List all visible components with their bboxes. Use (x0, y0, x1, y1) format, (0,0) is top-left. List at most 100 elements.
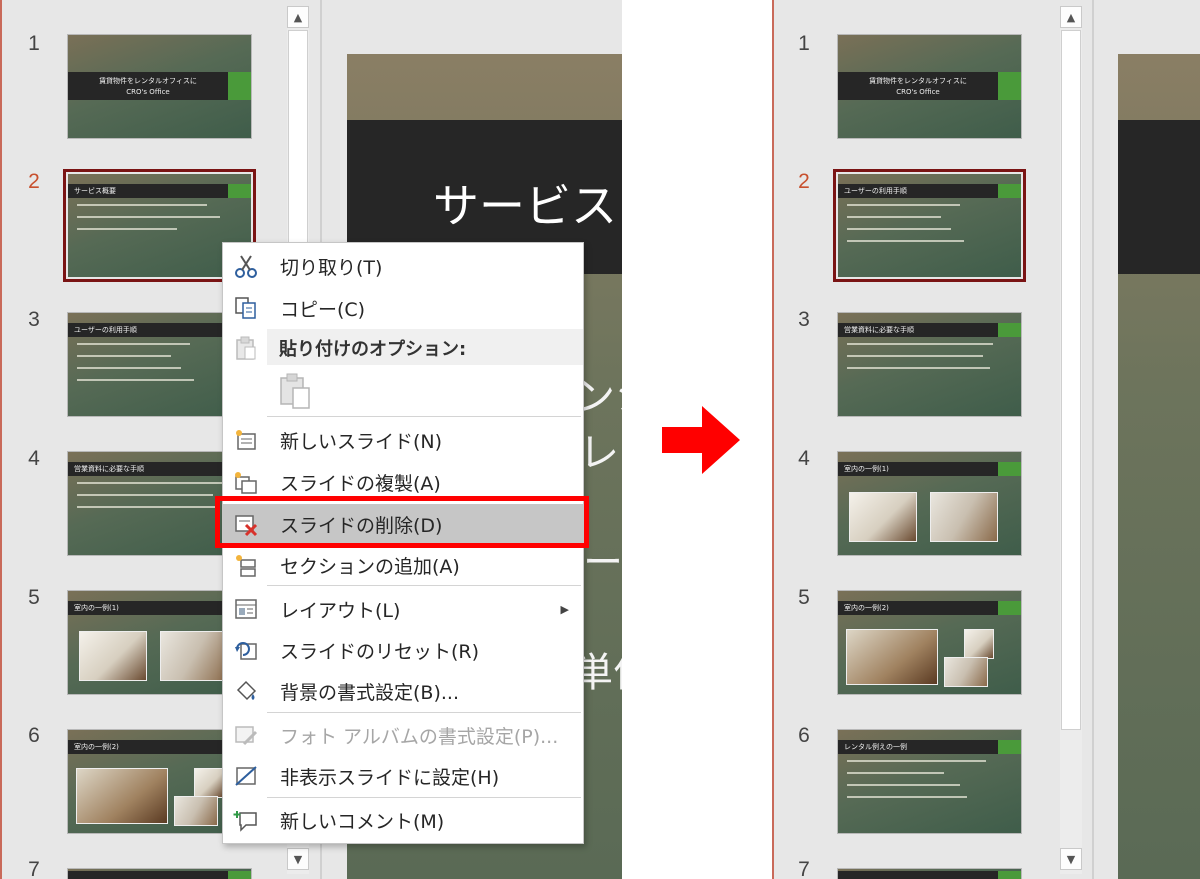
menu-item-layout[interactable]: レイアウト(L) ▶ (223, 589, 583, 629)
scroll-thumb[interactable] (288, 30, 308, 260)
slide-thumbnail-1[interactable]: 賃貸物件をレンタルオフィスに CRO's Office (68, 35, 251, 138)
room-photo (194, 768, 224, 798)
menu-item-photo-album[interactable]: フォト アルバムの書式設定(P)... (223, 715, 583, 755)
slide-number: 7 (798, 858, 810, 879)
scroll-thumb[interactable] (1061, 30, 1081, 730)
screenshot-root: 1 2 3 4 5 6 7 賃貸物件をレンタルオフィスに CRO's Offic… (0, 0, 1200, 879)
thumbnail-scrollbar[interactable]: ▲ ▼ (1060, 6, 1082, 874)
thumbnail-title-band: ユーザーの利用手順 (838, 184, 998, 198)
arrow-right-icon (662, 406, 742, 478)
slide-thumbnail-7[interactable] (838, 869, 1021, 879)
menu-item-cut[interactable]: 切り取り(T) (223, 246, 583, 286)
slide-number: 1 (798, 32, 810, 55)
slide-thumbnail-7[interactable] (68, 869, 251, 879)
slide-number: 3 (798, 308, 810, 331)
paste-icon (280, 373, 310, 409)
room-photo (76, 768, 168, 824)
slide-thumbnail-6[interactable]: レンタル例えの一例 (838, 730, 1021, 833)
menu-item-label: 非表示スライドに設定(H) (280, 766, 500, 789)
thumbnail-accent (228, 184, 251, 198)
menu-item-label: 切り取り(T) (280, 256, 383, 279)
room-photo (160, 631, 228, 681)
room-photo (849, 492, 917, 542)
pane-divider (1092, 0, 1094, 879)
slide-title: サービス (433, 179, 617, 233)
duplicate-slide-icon (231, 467, 261, 497)
thumbnail-title-band: 営業資料に必要な手順 (838, 323, 998, 337)
scroll-down-button[interactable]: ▼ (1060, 848, 1082, 870)
slide-thumbnail-1[interactable]: 賃貸物件をレンタルオフィスに CRO's Office (838, 35, 1021, 138)
thumbnail-title-band: 室内の一例(1) (68, 601, 228, 615)
slide-number: 5 (798, 586, 810, 609)
slide-number-active: 2 (28, 170, 40, 193)
thumbnail-title: 営業資料に必要な手順 (844, 326, 914, 334)
paste-option-button[interactable] (275, 371, 315, 411)
slide-number: 6 (28, 724, 40, 747)
slide-thumbnail-2-selected[interactable]: ユーザーの利用手順 (838, 174, 1021, 277)
thumbnail-title: レンタル例えの一例 (844, 743, 907, 751)
menu-item-label: フォト アルバムの書式設定(P)... (280, 725, 559, 748)
slide-thumbnail-3[interactable]: 営業資料に必要な手順 (838, 313, 1021, 416)
add-section-icon (231, 550, 261, 580)
thumbnail-subtitle: CRO's Office (896, 88, 940, 96)
slide-number: 4 (28, 447, 40, 470)
clipboard-icon (231, 333, 261, 363)
thumbnail-title-band: 室内の一例(2) (838, 601, 998, 615)
highlight-box (215, 496, 589, 548)
room-photo (944, 657, 988, 687)
thumbnail-accent (998, 871, 1021, 879)
thumbnail-accent (998, 323, 1021, 337)
thumbnail-text-lines (847, 343, 1009, 379)
thumbnail-title-band: サービス概要 (68, 184, 228, 198)
scroll-up-button[interactable]: ▲ (287, 6, 309, 28)
room-photo (846, 629, 938, 685)
thumbnail-text-lines (847, 760, 1009, 808)
slide-number: 7 (28, 858, 40, 879)
thumbnail-title: 賃貸物件をレンタルオフィスに (99, 77, 197, 85)
room-photo (174, 796, 218, 826)
menu-separator (267, 585, 581, 586)
before-window: 1 2 3 4 5 6 7 賃貸物件をレンタルオフィスに CRO's Offic… (0, 0, 622, 879)
slide-number: 5 (28, 586, 40, 609)
thumbnail-title: 営業資料に必要な手順 (74, 465, 144, 473)
thumbnail-subtitle: CRO's Office (126, 88, 170, 96)
slide-body-text: レオ (579, 430, 622, 476)
scroll-down-button[interactable]: ▼ (287, 848, 309, 870)
menu-item-format-background[interactable]: 背景の書式設定(B)... (223, 671, 583, 711)
thumbnail-title-band: 営業資料に必要な手順 (68, 462, 228, 476)
menu-item-add-section[interactable]: セクションの追加(A) (223, 545, 583, 585)
thumbnail-accent (998, 72, 1021, 100)
scroll-up-button[interactable]: ▲ (1060, 6, 1082, 28)
chevron-down-icon: ▼ (293, 852, 303, 866)
thumbnail-title: ユーザーの利用手順 (74, 326, 137, 334)
menu-item-new-slide[interactable]: 新しいスライド(N) (223, 420, 583, 460)
thumbnail-title: 室内の一例(1) (74, 604, 119, 612)
thumbnail-title-band (68, 871, 228, 879)
copy-icon (231, 293, 261, 323)
new-comment-icon (231, 805, 261, 835)
thumbnail-title-band: 室内の一例(2) (68, 740, 228, 754)
thumbnail-accent (998, 601, 1021, 615)
thumbnail-accent (998, 184, 1021, 198)
slide-title-band (1118, 120, 1200, 274)
menu-item-new-comment[interactable]: 新しいコメント(M) (223, 800, 583, 840)
submenu-arrow-icon: ▶ (560, 602, 569, 616)
slide-thumbnail-5[interactable]: 室内の一例(2) (838, 591, 1021, 694)
room-photo (79, 631, 147, 681)
slide-number: 4 (798, 447, 810, 470)
main-slide-preview[interactable] (1118, 54, 1200, 879)
chevron-down-icon: ▼ (1066, 852, 1076, 866)
thumbnail-text-lines (77, 204, 239, 240)
thumbnail-title: サービス概要 (74, 187, 116, 195)
menu-item-copy[interactable]: コピー(C) (223, 288, 583, 328)
paste-options-label: 貼り付けのオプション: (279, 339, 467, 360)
thumbnail-title: 室内の一例(1) (844, 465, 889, 473)
chevron-up-icon: ▲ (1066, 10, 1076, 24)
menu-item-hide-slide[interactable]: 非表示スライドに設定(H) (223, 756, 583, 796)
scissors-icon (231, 251, 261, 281)
after-window: 1 2 3 4 5 6 7 賃貸物件をレンタルオフィスに CRO's Offic… (772, 0, 1200, 879)
thumbnail-accent (228, 72, 251, 100)
thumbnail-title: 賃貸物件をレンタルオフィスに (869, 77, 967, 85)
slide-thumbnail-4[interactable]: 室内の一例(1) (838, 452, 1021, 555)
menu-item-reset-slide[interactable]: スライドのリセット(R) (223, 630, 583, 670)
